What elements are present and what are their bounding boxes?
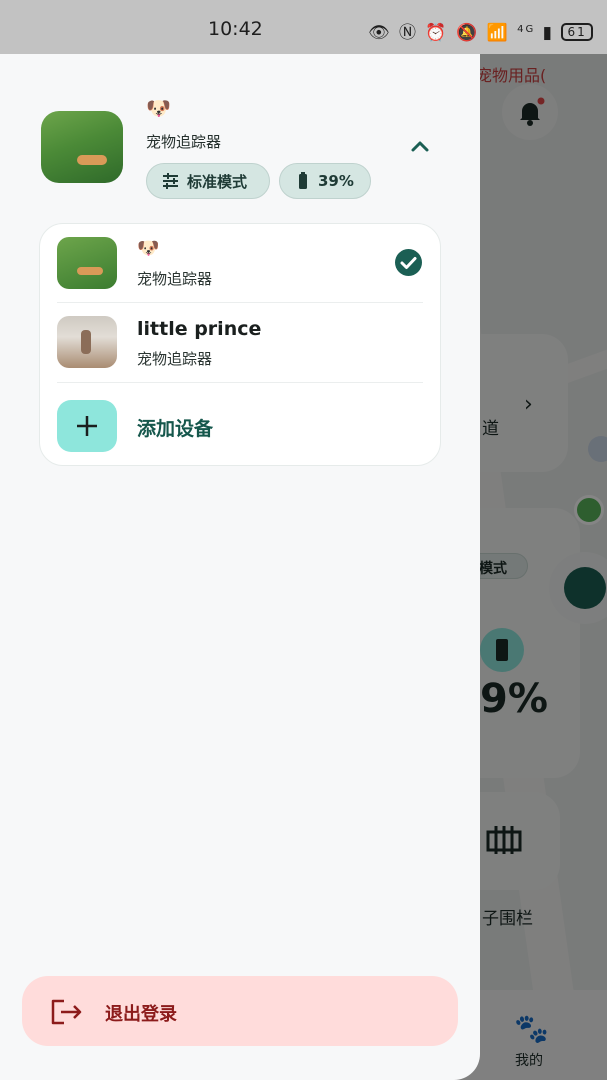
device-photo xyxy=(57,237,117,289)
eye-icon: 👁 xyxy=(368,23,392,43)
add-device-label[interactable]: 添加设备 xyxy=(137,414,213,441)
mute-icon: 🔕 xyxy=(455,23,480,43)
add-device-button[interactable] xyxy=(57,400,117,452)
alarm-off-icon: ⏰ xyxy=(425,23,449,43)
device-item-2[interactable]: little prince 宠物追踪器 xyxy=(40,303,440,382)
logout-button[interactable]: 退出登录 xyxy=(22,976,458,1046)
status-bar: 10:42 👁 Ⓝ ⏰ 🔕 📶 4G ▮ 61 xyxy=(0,0,607,54)
status-icons: 👁 Ⓝ ⏰ 🔕 📶 4G ▮ 61 xyxy=(368,18,593,43)
sliders-icon xyxy=(163,173,178,189)
chevron-up-icon[interactable] xyxy=(406,132,434,160)
device-drawer: 🐶 宠物追踪器 标准模式 39% 🐶 宠物追踪器 little prince 宠… xyxy=(0,0,480,1080)
battery-chip-label: 39% xyxy=(318,172,354,190)
wifi-icon: 📶 xyxy=(486,23,510,43)
mode-chip-label: 标准模式 xyxy=(187,172,248,191)
status-time: 10:42 xyxy=(208,18,263,40)
logout-label: 退出登录 xyxy=(105,1004,177,1025)
battery-indicator: 61 xyxy=(561,23,593,41)
mode-chip[interactable]: 标准模式 xyxy=(146,163,270,199)
signal-icon: ▮ xyxy=(542,23,555,43)
device-photo xyxy=(57,316,117,368)
battery-icon xyxy=(299,172,307,189)
plus-icon xyxy=(77,416,97,436)
current-device-name: 宠物追踪器 xyxy=(146,133,222,151)
device-emoji: 🐶 xyxy=(137,238,160,259)
device-subtitle: 宠物追踪器 xyxy=(137,270,213,288)
device-title: little prince xyxy=(137,318,262,340)
nfc-icon: Ⓝ xyxy=(399,23,418,43)
current-device-photo xyxy=(41,111,123,183)
divider xyxy=(57,382,423,383)
device-list: 🐶 宠物追踪器 little prince 宠物追踪器 添加设备 xyxy=(39,223,441,466)
logout-icon xyxy=(51,999,82,1025)
device-subtitle: 宠物追踪器 xyxy=(137,350,213,368)
network-label: 4G xyxy=(517,24,536,35)
current-device-emoji: 🐶 xyxy=(146,96,171,120)
device-item-1[interactable]: 🐶 宠物追踪器 xyxy=(40,224,440,302)
battery-chip[interactable]: 39% xyxy=(279,163,371,199)
check-icon xyxy=(395,249,422,276)
